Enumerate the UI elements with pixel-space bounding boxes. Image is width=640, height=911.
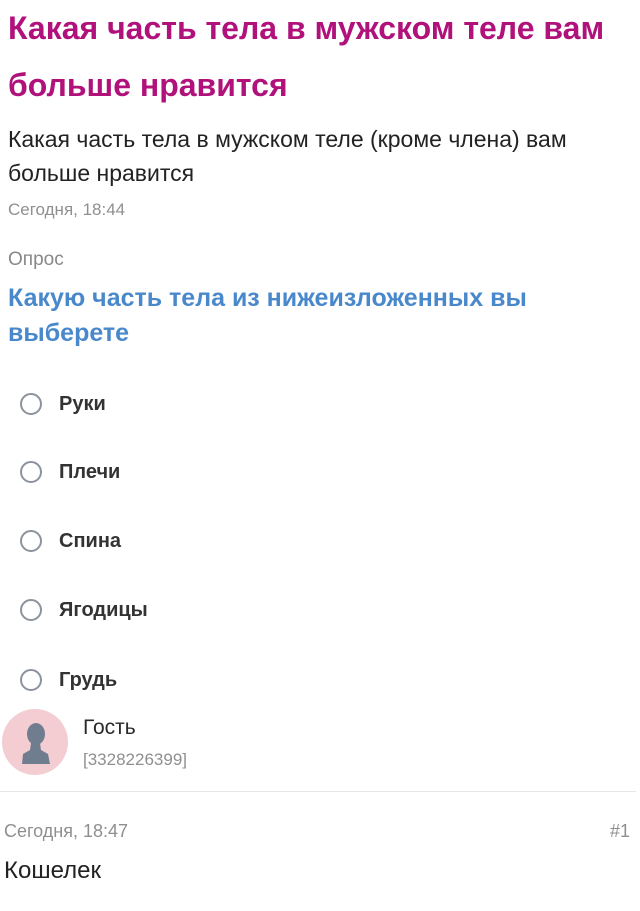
poll-option-label: Спина — [59, 529, 122, 552]
post-body: Какая часть тела в мужском теле (кроме ч… — [8, 126, 567, 186]
author-id: [3328226399] — [83, 750, 187, 769]
poll-option-ruki[interactable]: Руки — [20, 389, 106, 419]
avatar[interactable] — [2, 709, 68, 775]
poll-option-spina[interactable]: Спина — [20, 526, 121, 556]
reply-timestamp: Сегодня, 18:47 — [4, 821, 129, 841]
reply-body: Кошелек — [4, 857, 101, 884]
radio-button-icon[interactable] — [20, 393, 42, 415]
poll-option-label: Руки — [59, 392, 106, 415]
poll-option-label: Плечи — [59, 460, 121, 483]
radio-button-icon[interactable] — [20, 599, 42, 621]
radio-button-icon[interactable] — [20, 530, 42, 552]
reply-number-link[interactable]: #1 — [610, 821, 630, 842]
user-silhouette-icon — [22, 723, 50, 764]
poll-option-grud[interactable]: Грудь — [20, 665, 117, 695]
author-name[interactable]: Гость — [83, 716, 136, 740]
poll-option-plechi[interactable]: Плечи — [20, 457, 120, 487]
poll-question: Какую часть тела из нижеизложенных вы вы… — [8, 284, 527, 347]
divider — [0, 791, 636, 792]
poll-label: Опрос — [8, 249, 64, 270]
radio-button-icon[interactable] — [20, 461, 42, 483]
poll-option-label: Ягодицы — [59, 598, 148, 621]
radio-button-icon[interactable] — [20, 669, 42, 691]
post-timestamp: Сегодня, 18:44 — [8, 200, 126, 219]
page-title: Какая часть тела в мужском теле вам боль… — [8, 10, 605, 103]
poll-option-label: Грудь — [59, 668, 118, 691]
poll-option-yagoditsy[interactable]: Ягодицы — [20, 595, 148, 625]
